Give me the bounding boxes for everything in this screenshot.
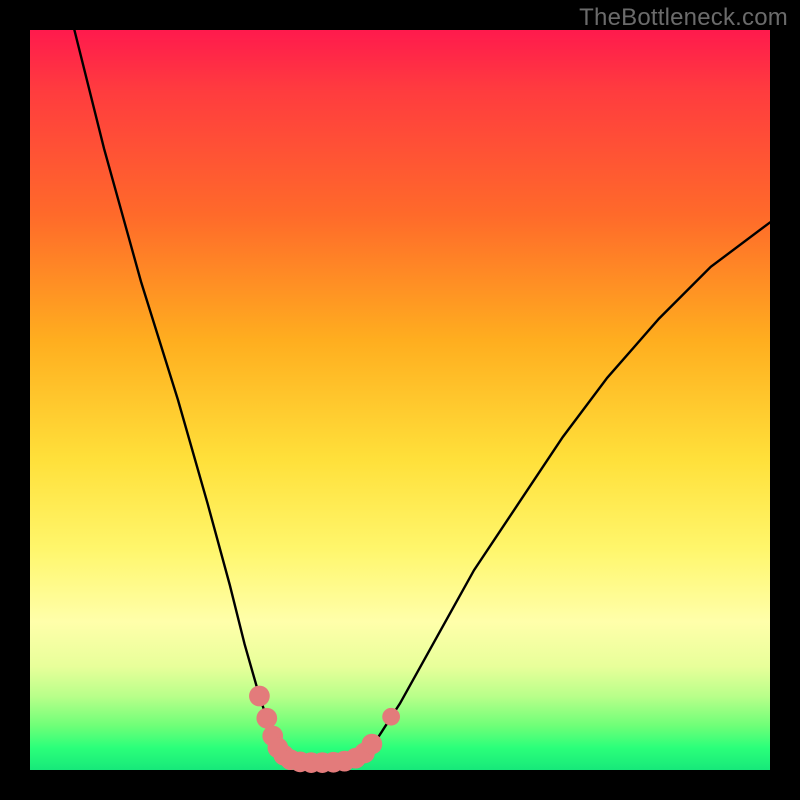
curve-svg bbox=[30, 30, 770, 770]
chart-frame: TheBottleneck.com bbox=[0, 0, 800, 800]
curve-marker bbox=[256, 708, 277, 729]
bottleneck-curve bbox=[74, 30, 770, 763]
curve-marker bbox=[362, 734, 383, 755]
curve-marker bbox=[382, 708, 400, 726]
watermark-text: TheBottleneck.com bbox=[579, 4, 788, 32]
curve-marker bbox=[249, 686, 270, 707]
curve-markers bbox=[249, 686, 400, 773]
plot-area bbox=[30, 30, 770, 770]
